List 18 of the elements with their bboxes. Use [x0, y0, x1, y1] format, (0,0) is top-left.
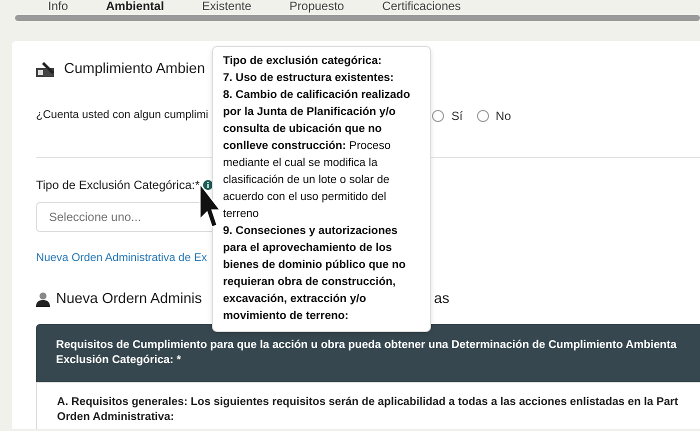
section-title: Cumplimiento Ambien	[64, 60, 206, 79]
section-title: as	[434, 290, 450, 309]
field-label: Tipo de Exclusión Categórica:*	[36, 176, 200, 194]
panel-body: A. Requisitos generales: Los siguientes requisitos serán de aplicabilidad a todas a las acciones enlistadas en la Part Orden Administrativa:	[36, 382, 700, 429]
tab[interactable]: Propuesto	[289, 0, 344, 13]
panel-header: Requisitos de Cumplimiento para que la acción u obra pueda obtener una Determinación de Cumplimiento Ambienta Exclusión Categórica: *	[36, 324, 700, 382]
question-text: ¿Cuenta usted con algun cumplimi	[36, 108, 208, 124]
radio-option[interactable]: Sí	[432, 106, 463, 125]
person-icon	[36, 292, 50, 307]
radio-option[interactable]: No	[476, 106, 511, 125]
tooltip: Tipo de exclusión categórica: 7. Uso de estructura existentes: 8. Cambio de calificación realizado por la Junta de Planificación y/o consulta de ubicación que no conlleve construcción: Proceso mediante el cual se modifica la clasificación de un lote o solar de acuerdo con el uso permitido del terreno 9. Conseciones y autorizaciones para el aprovechamiento de los bienes de dominio público que no requieran obra de construcción, excavación, extracción y/o movimiento de terreno:	[212, 46, 431, 332]
tab[interactable]: Ambiental	[106, 0, 164, 13]
order-link[interactable]: Nueva Orden Administrativa de Ex	[36, 250, 208, 267]
section-title: Nueva Ordern Adminis	[56, 290, 203, 309]
tab[interactable]: Existente	[202, 0, 252, 13]
tab[interactable]: Certificaciones	[382, 0, 461, 13]
tab[interactable]: Info	[48, 0, 68, 13]
certificate-icon	[36, 62, 56, 78]
